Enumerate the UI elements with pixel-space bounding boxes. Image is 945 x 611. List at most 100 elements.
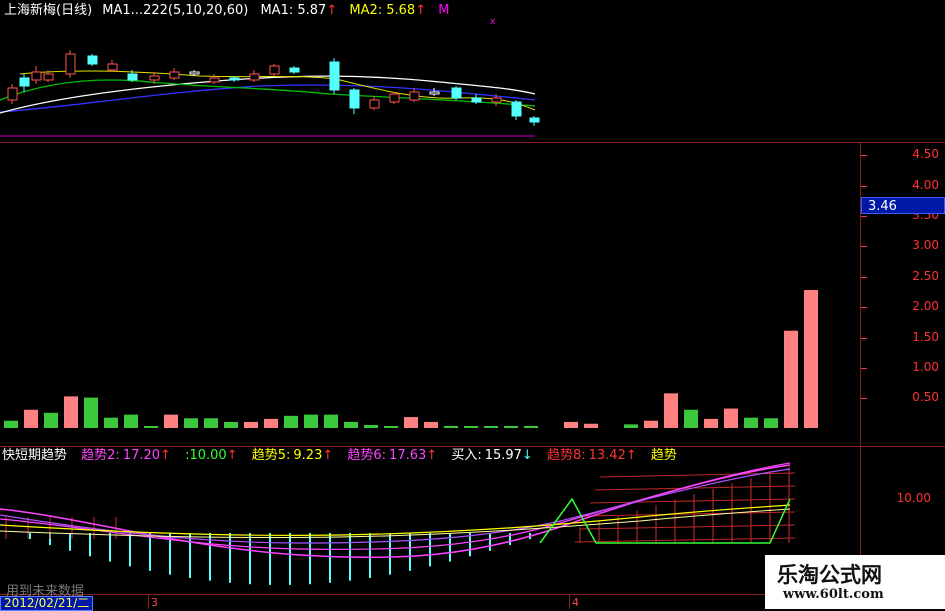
ma1-arrow-icon: ↑ <box>326 3 338 18</box>
chart-window: 上海新梅(日线) MA1...222(5,10,20,60) MA1: 5.87… <box>0 0 945 611</box>
scale-tick <box>861 367 867 369</box>
volume-bar <box>704 418 718 428</box>
candle-body <box>31 71 42 81</box>
candle-body <box>529 117 540 123</box>
scale-tick <box>861 398 867 400</box>
candle-body <box>43 73 54 81</box>
volume-bar <box>64 396 78 428</box>
stock-title[interactable]: 上海新梅(日线) <box>4 3 92 18</box>
volume-bar <box>444 426 458 428</box>
candle-body <box>65 53 76 75</box>
candle-body <box>19 77 30 87</box>
volume-bar <box>264 418 278 428</box>
price-chart[interactable]: x <box>0 18 540 142</box>
scale-label: 4.50 <box>912 147 939 162</box>
volume-bar <box>804 289 818 428</box>
indicator-bars <box>29 533 531 585</box>
volume-bar <box>124 414 138 428</box>
watermark-title: 乐淘公式网 <box>777 563 882 587</box>
candle-body <box>511 101 522 117</box>
volume-bar <box>424 421 438 428</box>
volume-bar <box>504 426 518 428</box>
volume-bar <box>724 408 738 428</box>
volume-bar <box>184 418 198 428</box>
tick-divider-b <box>569 595 570 609</box>
volume-bar <box>624 424 638 428</box>
volume-bar <box>764 418 778 428</box>
scale-tick <box>861 337 867 339</box>
scale-label: 3.00 <box>912 238 939 253</box>
volume-bar <box>364 424 378 428</box>
volume-chart[interactable] <box>0 143 860 446</box>
volume-bar <box>484 426 498 428</box>
mesh-horizontal <box>574 537 796 543</box>
volume-bar <box>404 417 418 428</box>
volume-bar <box>164 414 178 428</box>
candle-body <box>127 73 138 81</box>
mesh-horizontal <box>599 472 796 478</box>
scale-tick <box>861 276 867 278</box>
volume-bar <box>664 393 678 428</box>
volume-bar <box>524 426 538 428</box>
volume-bar <box>224 421 238 428</box>
mesh-horizontal <box>589 498 796 504</box>
volume-bar <box>564 421 578 428</box>
watermark-url: www.60lt.com <box>783 587 884 602</box>
trend-violet-line <box>0 468 791 544</box>
candle-body <box>107 63 118 71</box>
ma-params[interactable]: MA1...222(5,10,20,60) <box>102 3 248 18</box>
indicator-scale-label: 10.00 <box>896 491 931 505</box>
candle-body <box>149 75 160 81</box>
volume-bar <box>44 412 58 428</box>
candle-body <box>329 61 340 91</box>
candle-body <box>451 87 462 99</box>
watermark: 乐淘公式网 www.60lt.com <box>765 555 945 609</box>
scale-label: 1.50 <box>912 329 939 344</box>
volume-bar <box>784 330 798 428</box>
volume-bar <box>4 420 18 428</box>
candle-body <box>429 91 440 95</box>
scale-tick <box>861 307 867 309</box>
scale-tick <box>861 155 867 157</box>
volume-bar <box>464 426 478 428</box>
volume-bar <box>384 426 398 428</box>
scale-label: 4.00 <box>912 177 939 192</box>
candle-body <box>409 91 420 101</box>
tick-divider-a <box>148 595 149 609</box>
candle-body <box>229 77 240 81</box>
volume-bar <box>744 417 758 428</box>
candle-body <box>189 71 200 75</box>
candles <box>7 50 540 126</box>
volume-bar <box>104 417 118 428</box>
main-header: 上海新梅(日线) MA1...222(5,10,20,60) MA1: 5.87… <box>4 3 449 19</box>
volume-bar <box>584 423 598 428</box>
volume-bar <box>684 409 698 428</box>
tick-label-a: 3 <box>151 596 158 609</box>
scale-label: 2.00 <box>912 299 939 314</box>
volume-bar <box>644 420 658 428</box>
indicator-chart[interactable] <box>0 447 860 594</box>
volume-bar <box>344 421 358 428</box>
scale-tick <box>861 185 867 187</box>
volume-bar <box>204 418 218 428</box>
marker-x-icon: x <box>490 18 496 27</box>
scale-tick <box>861 246 867 248</box>
candle-body <box>491 97 502 103</box>
scale-label: 0.50 <box>912 390 939 405</box>
mesh-horizontal <box>579 524 796 530</box>
ma1-value: MA1: 5.87 <box>260 3 327 18</box>
trend5-line <box>0 504 791 536</box>
candle-body <box>349 89 360 109</box>
volume-bar <box>84 397 98 428</box>
volume-bar <box>324 414 338 428</box>
ma2-arrow-icon: ↑ <box>415 3 427 18</box>
candle-body <box>249 73 260 81</box>
candle-body <box>87 55 98 65</box>
volume-bar <box>284 415 298 428</box>
volume-bar <box>24 409 38 428</box>
candle-body <box>389 93 400 103</box>
candle-body <box>289 67 300 73</box>
tick-label-b: 4 <box>572 596 579 609</box>
volume-bar <box>144 426 158 428</box>
candle-body <box>7 87 18 101</box>
